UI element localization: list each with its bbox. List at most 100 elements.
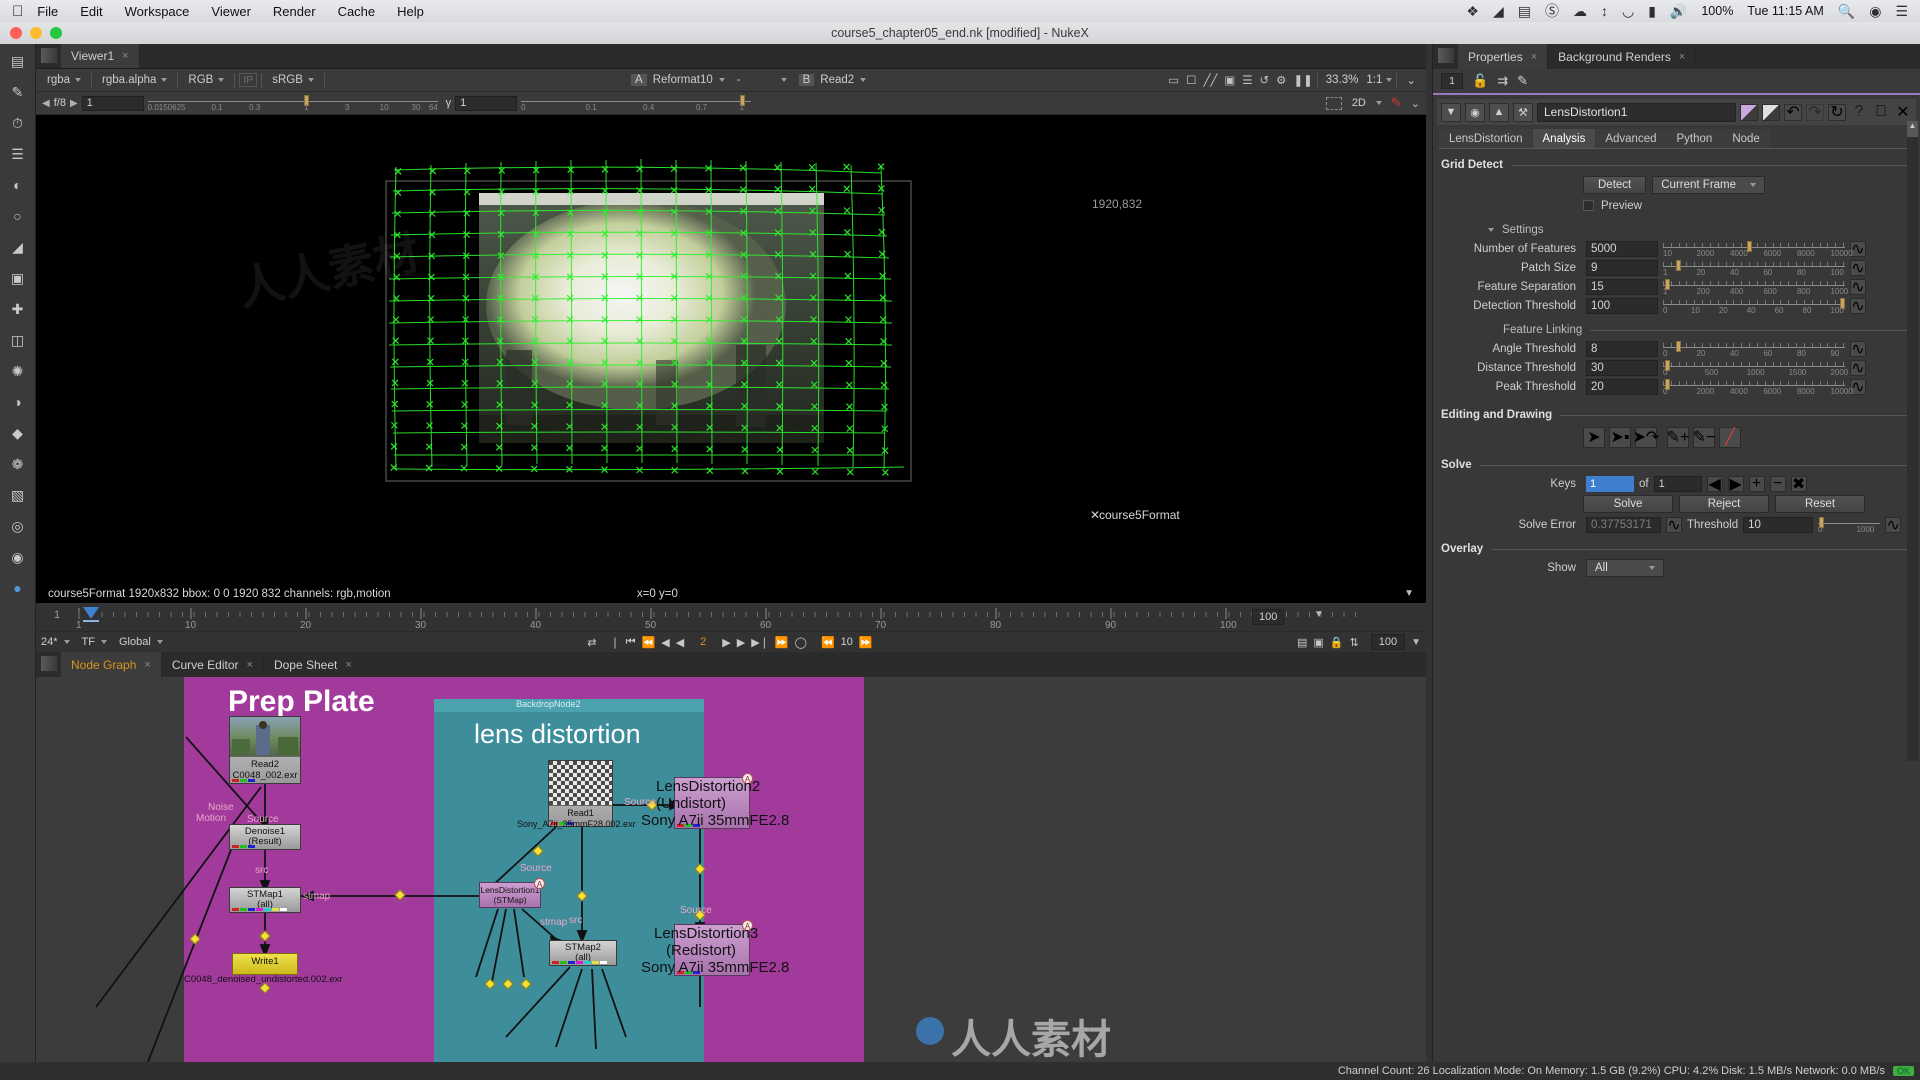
lock-icon[interactable]: 🔒 — [1330, 636, 1344, 649]
loop-icon[interactable]: ⇄ — [587, 636, 596, 649]
tab-python[interactable]: Python — [1666, 129, 1723, 148]
threshold-value[interactable]: 10 — [1743, 516, 1814, 533]
fps-value[interactable]: 24* — [41, 636, 58, 648]
settings-section-title[interactable]: Settings — [1488, 224, 1914, 236]
wifi-icon[interactable]: ◡ — [1622, 3, 1634, 20]
first-frame-icon[interactable]: ❘ — [610, 636, 619, 649]
search-icon[interactable]: 🔍 — [1838, 3, 1855, 20]
read2-node[interactable]: Read2 C0048_002.exr — [229, 716, 301, 784]
reject-button[interactable]: Reject — [1679, 495, 1769, 513]
timeline-start-frame[interactable]: 1 — [54, 609, 60, 621]
chevron-down-icon[interactable]: ▼ — [1404, 588, 1414, 599]
merge-tools-icon[interactable]: ▣ — [6, 267, 30, 289]
pencil-icon[interactable]: ✎ — [1517, 73, 1528, 89]
stmap1-node[interactable]: STMap1 (all) — [229, 887, 301, 913]
animation-curve-icon[interactable]: ∿ — [1850, 359, 1866, 377]
select-arrow-icon[interactable]: ➤ — [1583, 426, 1605, 448]
lock-icon[interactable]: 🔓 — [1472, 73, 1488, 89]
linking-slider[interactable]: 0 20 40 60 80 90 — [1663, 340, 1845, 358]
tab-node-graph[interactable]: Node Graph × — [61, 652, 162, 677]
tab-dope-sheet[interactable]: Dope Sheet × — [263, 652, 363, 677]
keyer-tools-icon[interactable]: ◢ — [6, 236, 30, 258]
zoom-level-value[interactable]: 33.3% — [1322, 74, 1363, 86]
deep-tools-icon[interactable]: ◑ — [6, 391, 30, 413]
skip-forward-icon[interactable]: ⏩ — [859, 636, 873, 649]
input-b-selector[interactable]: B Read2 — [793, 72, 873, 89]
animation-curve-icon[interactable]: ∿ — [1850, 259, 1866, 277]
solve-button[interactable]: Solve — [1583, 495, 1673, 513]
play-forward-icon[interactable]: ▶ — [722, 636, 730, 649]
overlay-show-dropdown[interactable]: All — [1586, 558, 1664, 577]
chevron-down-icon[interactable] — [63, 640, 70, 644]
bluetooth-icon[interactable]: ↕ — [1601, 3, 1608, 19]
chevron-down-icon[interactable] — [1375, 101, 1382, 105]
panel-grip[interactable] — [41, 656, 57, 671]
linking-slider[interactable]: 0 2000 4000 6000 8000 10000 — [1663, 378, 1853, 396]
setting-slider[interactable]: 1 200 400 600 800 1000 — [1663, 278, 1848, 296]
select-curve-icon[interactable]: ➤↷ — [1633, 426, 1659, 448]
setting-slider[interactable]: 10 2000 4000 6000 8000 10000 — [1663, 240, 1853, 258]
expand-arrow-icon[interactable]: ▼ — [1441, 102, 1461, 122]
linking-value-input[interactable]: 20 — [1586, 378, 1658, 395]
lensdistortion1-node[interactable]: LensDistortion1 (STMap) — [479, 882, 541, 908]
particles-tools-icon[interactable]: ✺ — [6, 360, 30, 382]
setting-value-input[interactable]: 5000 — [1586, 240, 1658, 257]
loop-mode-icon[interactable]: ◯ — [795, 636, 807, 649]
cloud-upload-icon[interactable]: ☁ — [1573, 3, 1587, 20]
channel-tools-icon[interactable]: ☰ — [6, 143, 30, 165]
close-icon[interactable]: × — [144, 659, 150, 671]
animation-curve-icon[interactable]: ∿ — [1850, 340, 1866, 358]
skip-back-icon[interactable]: ⏪ — [821, 636, 835, 649]
wipe-icon[interactable]: ▭ — [1168, 73, 1179, 87]
sync-icon[interactable]: ⇅ — [1350, 636, 1359, 649]
dropbox-icon[interactable]: ❖ — [1466, 3, 1479, 20]
metadata-tools-icon[interactable]: ◎ — [6, 515, 30, 537]
slider-knob[interactable] — [1675, 340, 1681, 352]
prev-frame-icon[interactable]: ⏪ — [642, 636, 656, 649]
overlay-icon[interactable]: ▣ — [1224, 73, 1235, 87]
ip-toggle[interactable]: IP — [239, 73, 258, 87]
detect-frame-dropdown[interactable]: Current Frame — [1652, 176, 1766, 194]
colorspace-dropdown[interactable]: sRGB — [266, 72, 320, 89]
transform-tools-icon[interactable]: ✚ — [6, 298, 30, 320]
ocio-tools-icon[interactable]: ◉ — [6, 546, 30, 568]
minimize-window-button[interactable] — [30, 27, 42, 39]
proxy-scale-value[interactable]: 100 — [1370, 634, 1406, 650]
viewer-canvas[interactable]: 1920,832 course5Format ✕ 人人素材 — [36, 115, 1426, 584]
linking-slider[interactable]: 0 500 1000 1500 2000 — [1663, 359, 1848, 377]
remove-point-icon[interactable]: ✎− — [1693, 426, 1715, 448]
next-frame-icon[interactable]: ▶❘ — [751, 636, 769, 649]
draw-tools-icon[interactable]: ✎ — [6, 81, 30, 103]
zoom-ratio-value[interactable]: 1:1 — [1362, 74, 1386, 86]
animation-curve-icon[interactable]: ∿ — [1850, 297, 1866, 315]
linking-value-input[interactable]: 30 — [1586, 359, 1658, 376]
annotate-pencil-icon[interactable]: ✎ — [1386, 95, 1407, 111]
chevron-down-icon[interactable]: ▼ — [1411, 637, 1421, 648]
timeline-end-frame[interactable]: 100 — [1252, 609, 1285, 625]
panel-grip[interactable] — [1438, 48, 1454, 63]
3d-tools-icon[interactable]: ◫ — [6, 329, 30, 351]
chevron-down-icon[interactable] — [1488, 228, 1494, 232]
mask-icon[interactable]: ◉ — [1465, 102, 1485, 122]
playhead-marker[interactable] — [80, 605, 106, 627]
gain-input[interactable]: 1 — [81, 95, 144, 111]
wrench-icon[interactable]: ⚒ — [1513, 102, 1533, 122]
remove-key-icon[interactable]: − — [1769, 475, 1786, 492]
plugin-tools-icon[interactable]: ◆ — [6, 422, 30, 444]
menu-cache[interactable]: Cache — [338, 4, 376, 19]
properties-scrollbar[interactable]: ▲ — [1907, 121, 1918, 761]
layer-dropdown[interactable]: rgba.alpha — [96, 72, 173, 89]
input-a-selector[interactable]: A Reformat10 — [625, 72, 731, 89]
chevron-down-icon[interactable] — [100, 640, 107, 644]
alpha-overlay-icon[interactable]: ╱╱ — [1203, 73, 1217, 87]
prev-keyframe-icon[interactable]: ⏮ — [626, 636, 636, 649]
write1-node[interactable]: Write1 — [232, 953, 298, 975]
tab-properties[interactable]: Properties × — [1458, 44, 1549, 69]
gain-slider[interactable]: 0.0150625 0.1 0.3 1 3 10 30 64 — [147, 95, 438, 112]
sync-mode-value[interactable]: Global — [119, 636, 151, 648]
add-point-icon[interactable]: ✎+ — [1667, 426, 1689, 448]
siri-icon[interactable]: ◉ — [1869, 3, 1881, 20]
double-chevron-icon[interactable]: ⌄ — [1401, 73, 1421, 87]
pause-icon[interactable]: ❚❚ — [1293, 73, 1312, 87]
zoom-window-button[interactable] — [50, 27, 62, 39]
